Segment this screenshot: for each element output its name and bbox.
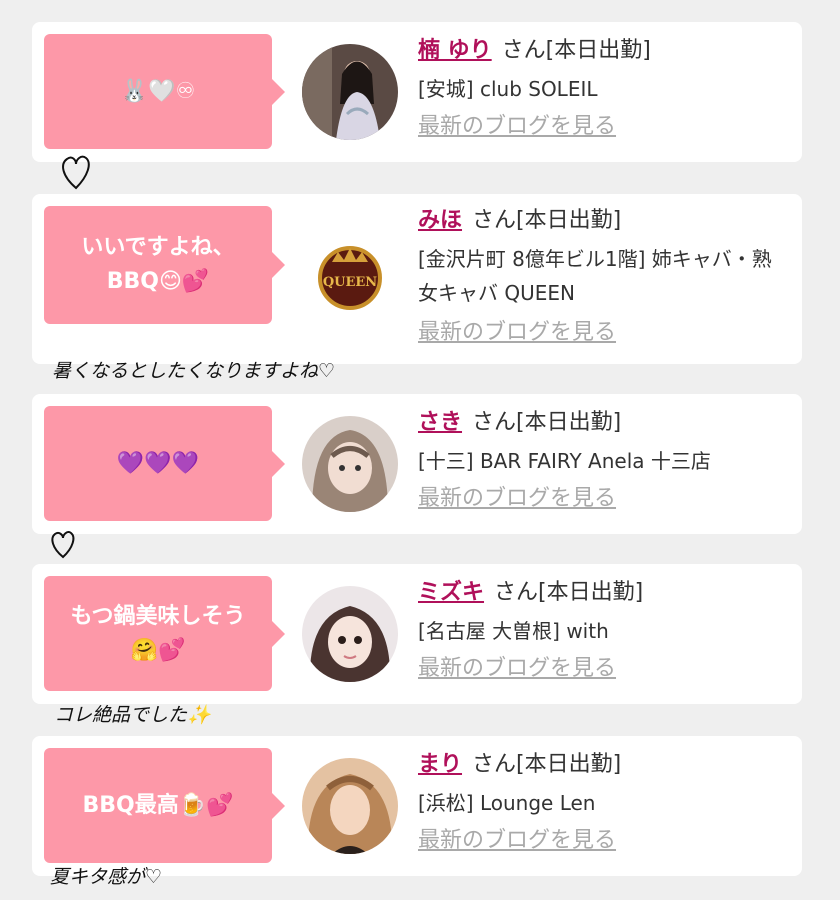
latest-blog-link[interactable]: 最新のブログを見る xyxy=(418,654,616,684)
cast-name-link[interactable]: ミズキ xyxy=(418,580,484,605)
latest-blog-link[interactable]: 最新のブログを見る xyxy=(418,318,616,348)
shop-name: [金沢片町 8億年ビル1階] 姉キャバ・熟女キャバ QUEEN xyxy=(418,247,772,305)
latest-blog-link[interactable]: 最新のブログを見る xyxy=(418,826,616,856)
attendance-label: さん[本日出勤] xyxy=(472,410,622,435)
latest-blog-link[interactable]: 最新のブログを見る xyxy=(418,112,616,142)
avatar[interactable]: QUEEN xyxy=(302,230,398,326)
post-card: BBQ最高🍺💕 まり さん[本日出勤] [浜松] Lounge Len 最新のブロ… xyxy=(32,736,802,876)
cast-name-link[interactable]: 楠 ゆり xyxy=(418,38,492,63)
cast-name-link[interactable]: さき xyxy=(418,410,462,435)
comment-bubble: もつ鍋美味しそう 🤗💕 xyxy=(44,576,285,691)
comment-bubble: BBQ最高🍺💕 xyxy=(44,748,285,863)
handwritten-note: コレ絶品でした✨ xyxy=(54,704,211,726)
post-card: もつ鍋美味しそう 🤗💕 ミズキ さん[本日出勤] [名古屋 大曽根] with 最… xyxy=(32,564,802,704)
cast-name-link[interactable]: まり xyxy=(418,752,462,777)
avatar[interactable] xyxy=(302,758,398,854)
post-card: 💜💜💜 さき さん[本日出勤] [十三] BAR FAIRY Anela 十三店 … xyxy=(32,394,802,534)
cast-name-link[interactable]: みほ xyxy=(418,208,462,233)
shop-name: [安城] club SOLEIL xyxy=(418,77,598,101)
attendance-label: さん[本日出勤] xyxy=(472,208,622,233)
comment-bubble: いいですよね、 BBQ😊💕 xyxy=(44,206,285,324)
attendance-label: さん[本日出勤] xyxy=(494,580,644,605)
comment-bubble: 💜💜💜 xyxy=(44,406,285,521)
queen-logo-text: QUEEN xyxy=(323,275,377,290)
avatar[interactable] xyxy=(302,586,398,682)
attendance-label: さん[本日出勤] xyxy=(472,752,622,777)
avatar[interactable] xyxy=(302,44,398,140)
shop-name: [浜松] Lounge Len xyxy=(418,791,596,815)
handwritten-note: 夏キタ感が♡ xyxy=(50,866,163,888)
post-card: 🐰🤍♾ 楠 ゆり さん[本日出勤] [安城] club SOLEIL 最新のブログ… xyxy=(32,22,802,162)
heart-doodle-icon xyxy=(51,531,75,559)
post-card: いいですよね、 BBQ😊💕 QUEEN みほ さん[本日出勤] [金沢片町 8億年… xyxy=(32,194,802,364)
comment-bubble: 🐰🤍♾ xyxy=(44,34,285,149)
handwritten-note: 暑くなるとしたくなりますよね♡ xyxy=(52,360,336,382)
latest-blog-link[interactable]: 最新のブログを見る xyxy=(418,484,616,514)
avatar[interactable] xyxy=(302,416,398,512)
shop-name: [名古屋 大曽根] with xyxy=(418,619,609,643)
attendance-label: さん[本日出勤] xyxy=(501,38,651,63)
shop-name: [十三] BAR FAIRY Anela 十三店 xyxy=(418,449,711,473)
heart-doodle-icon xyxy=(62,155,90,190)
